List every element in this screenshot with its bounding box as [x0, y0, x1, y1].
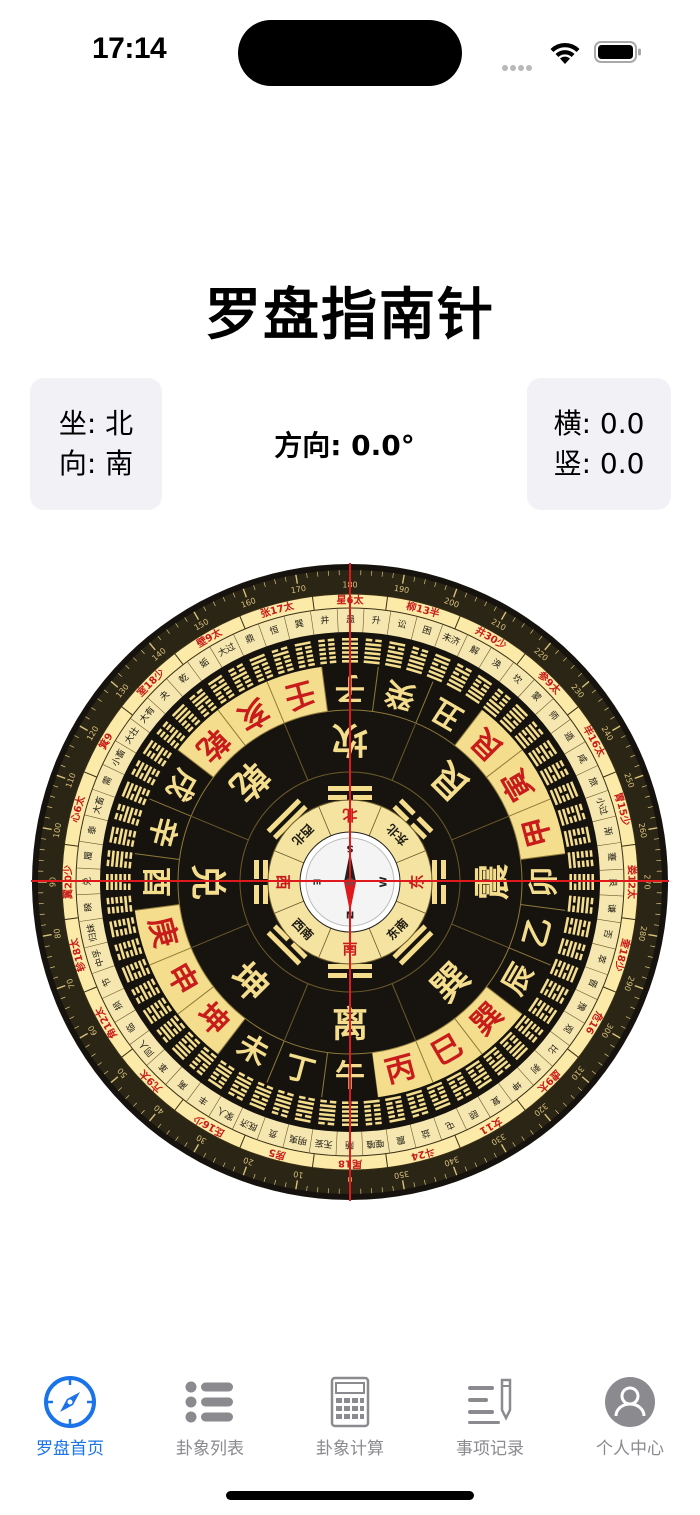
- trigram-label: 兑: [187, 864, 228, 900]
- direction-label: 东: [408, 874, 426, 889]
- dynamic-island: [238, 20, 462, 86]
- battery-icon: [594, 41, 641, 63]
- direction-readout: 方向: 0.0°: [274, 429, 415, 462]
- horizontal-level-label: 横: 0.0: [553, 407, 645, 440]
- hexagram-name-label: 井: [320, 614, 330, 627]
- tab-compass-home[interactable]: 罗盘首页: [0, 1360, 140, 1460]
- status-bar: 17:14: [0, 0, 700, 100]
- page-title: 罗盘指南针: [205, 283, 495, 348]
- mansion-label: 娄12太: [626, 865, 639, 900]
- status-time: 17:14: [92, 32, 167, 65]
- sit-face-panel: 坐: 北 向: 南: [30, 378, 162, 510]
- tab-hexagram-list[interactable]: 卦象列表: [140, 1360, 280, 1460]
- cellular-signal-icon: [502, 56, 538, 71]
- hexagram-name-label: 蹇: [605, 852, 618, 862]
- calculator-icon: [330, 1376, 370, 1428]
- degree-label: 270: [643, 874, 652, 889]
- tab-profile[interactable]: 个人中心: [560, 1360, 700, 1460]
- tab-notes[interactable]: 事项记录: [420, 1360, 560, 1460]
- degree-label: 10: [293, 1169, 305, 1180]
- mountain-label: 卯: [527, 867, 562, 897]
- direction-label: 西: [274, 874, 292, 889]
- person-icon: [605, 1377, 655, 1427]
- vertical-level-label: 竖: 0.0: [553, 447, 645, 480]
- degree-label: 80: [52, 928, 63, 940]
- sit-direction-label: 坐: 北: [58, 407, 134, 440]
- tab-label: 事项记录: [456, 1439, 524, 1459]
- wifi-icon: [550, 42, 580, 64]
- face-direction-label: 向: 南: [58, 447, 134, 480]
- hexagram-name-label: 睽: [82, 902, 95, 912]
- hexagram-name-label: 升: [371, 615, 381, 627]
- tab-label: 个人中心: [596, 1439, 664, 1459]
- mansion-label: 翼20少: [62, 865, 75, 900]
- notes-icon: [468, 1378, 512, 1424]
- tab-label: 卦象计算: [316, 1439, 384, 1459]
- tab-label: 罗盘首页: [36, 1439, 104, 1459]
- tab-hexagram-calc[interactable]: 卦象计算: [280, 1360, 420, 1460]
- list-icon: [185, 1381, 233, 1423]
- home-indicator: [226, 1491, 474, 1500]
- hexagram-name-label: 履: [83, 851, 95, 861]
- compass-icon: [44, 1376, 96, 1428]
- degree-label: 90: [49, 877, 58, 887]
- hexagram-name-label: 谦: [605, 903, 618, 913]
- needle-letter: W: [379, 876, 390, 887]
- level-panel: 横: 0.0 竖: 0.0: [527, 378, 671, 510]
- crosshair-vertical: [349, 563, 351, 1201]
- tab-label: 卦象列表: [176, 1439, 244, 1459]
- trigram-label: 震: [473, 864, 514, 900]
- mountain-label: 酉: [138, 867, 173, 897]
- tab-bar: 罗盘首页 卦象列表 卦象计算 事项记录 个人中心: [0, 1360, 700, 1460]
